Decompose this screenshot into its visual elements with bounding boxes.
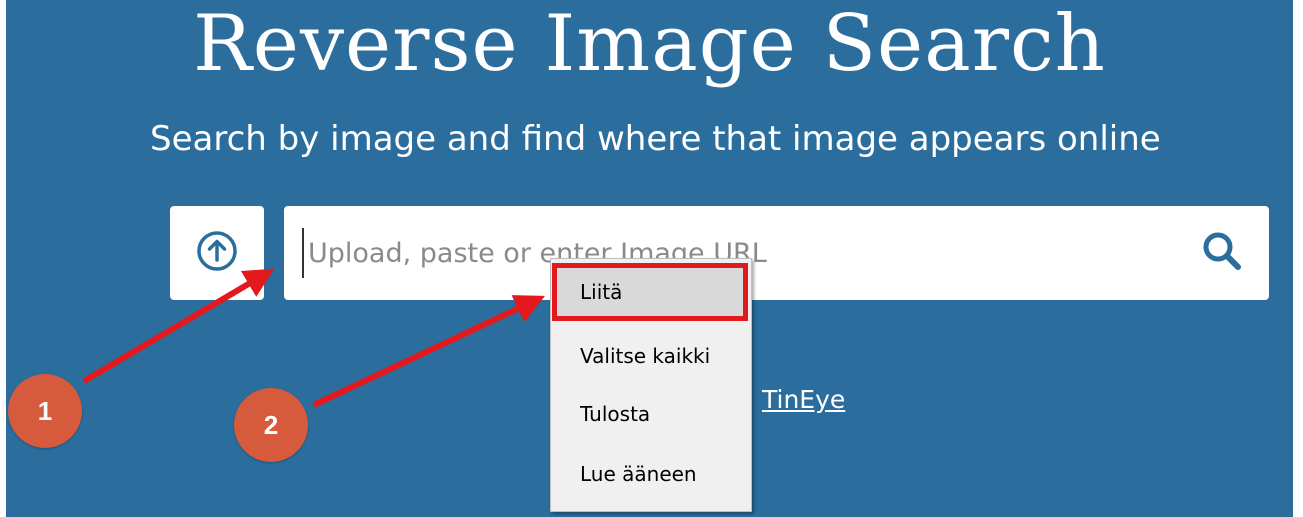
menu-item-select-all[interactable]: Valitse kaikki — [556, 331, 744, 381]
page-panel: Reverse Image Search Search by image and… — [6, 0, 1293, 517]
page-subtitle: Search by image and find where that imag… — [150, 119, 1161, 159]
step-badge-1: 1 — [8, 374, 82, 448]
arrow-up-circle-icon — [196, 230, 238, 277]
search-button[interactable] — [1197, 228, 1247, 278]
step-badge-2: 2 — [234, 388, 308, 462]
menu-item-read-aloud[interactable]: Lue ääneen — [556, 449, 744, 499]
menu-item-print[interactable]: Tulosta — [556, 389, 744, 439]
upload-button[interactable] — [170, 206, 264, 300]
menu-item-paste[interactable]: Liitä — [552, 263, 748, 321]
magnifier-icon — [1200, 229, 1244, 278]
search-box — [284, 206, 1269, 300]
context-menu: Liitä Valitse kaikki Tulosta Lue ääneen — [550, 258, 752, 512]
page-title: Reverse Image Search — [193, 0, 1106, 89]
tineye-link[interactable]: TinEye — [762, 380, 845, 420]
